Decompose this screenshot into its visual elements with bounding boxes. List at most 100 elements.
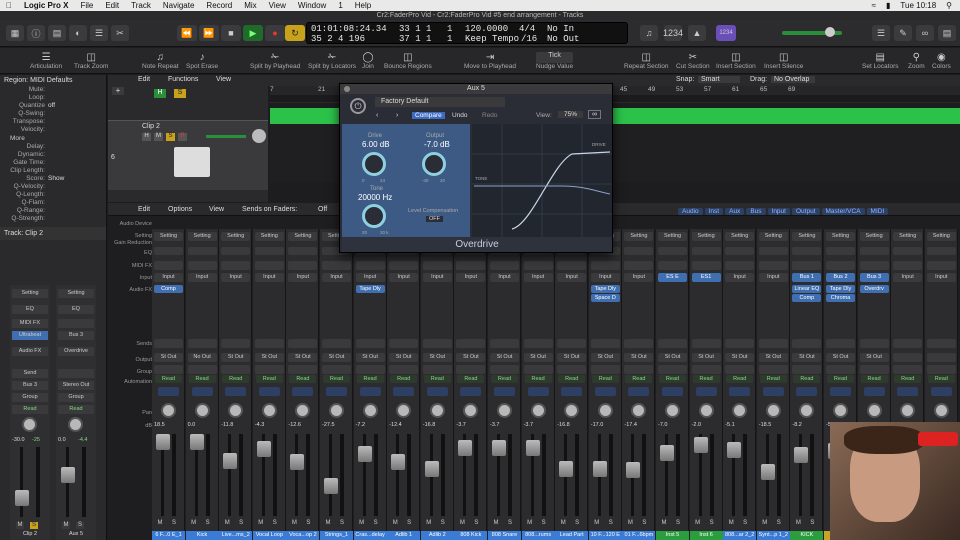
eq-thumbnail[interactable] xyxy=(254,247,284,255)
mixer-view-menu[interactable]: View xyxy=(209,206,224,213)
inspector-row[interactable]: Q-Swing: xyxy=(0,110,106,118)
pan-mode-icon[interactable] xyxy=(729,387,751,396)
inspector-row[interactable]: Transpose: xyxy=(0,118,106,126)
midi-fx-slot[interactable] xyxy=(221,261,251,270)
midi-fx-slot[interactable] xyxy=(893,261,923,270)
midi-fx-slot[interactable] xyxy=(389,261,419,270)
next-preset-icon[interactable]: › xyxy=(396,112,398,119)
mute-button[interactable]: M xyxy=(559,520,567,527)
midi-fx-slot[interactable] xyxy=(691,261,721,270)
group-slot[interactable] xyxy=(691,365,721,374)
solo-button[interactable]: S xyxy=(640,520,648,527)
setting-button[interactable]: Setting xyxy=(893,232,923,241)
mixer-edit-menu[interactable]: Edit xyxy=(138,206,150,213)
automation-button[interactable]: Read xyxy=(323,375,350,383)
setting-button[interactable]: Setting xyxy=(254,232,284,241)
setting-button[interactable]: Setting xyxy=(221,232,251,241)
track-solo-button[interactable]: S xyxy=(166,133,175,141)
eq-thumbnail[interactable] xyxy=(691,247,721,255)
group-slot[interactable] xyxy=(187,365,217,374)
output-slot[interactable]: St Out xyxy=(355,353,385,362)
midi-fx-slot[interactable] xyxy=(826,261,855,270)
midi-fx-slot[interactable] xyxy=(590,261,620,270)
toolbar-icon[interactable]: ▤ xyxy=(48,25,66,41)
mixer-tab[interactable]: Bus xyxy=(746,208,766,215)
track-hide-button[interactable]: H xyxy=(142,133,151,141)
volume-fader[interactable] xyxy=(324,478,338,494)
group-slot[interactable] xyxy=(926,365,956,374)
midi-fx-slot[interactable] xyxy=(322,261,351,270)
midi-fx-slot[interactable] xyxy=(658,261,687,270)
send-slot[interactable] xyxy=(691,339,721,348)
send-slot[interactable] xyxy=(792,339,822,348)
browser-icon[interactable]: ▤ xyxy=(938,25,956,41)
solo-button[interactable]: S xyxy=(237,520,245,527)
automation-button[interactable]: Read xyxy=(12,405,48,414)
automation-button[interactable]: Read xyxy=(423,375,451,383)
midi-fx-slot[interactable] xyxy=(254,261,284,270)
output-slot[interactable]: No Out xyxy=(187,353,217,362)
input-slot[interactable]: Input xyxy=(254,273,284,282)
group-slot[interactable] xyxy=(792,365,822,374)
track-volume-slider[interactable] xyxy=(206,135,246,138)
param-value[interactable] xyxy=(48,159,106,167)
volume-fader[interactable] xyxy=(391,453,406,470)
pan-knob[interactable] xyxy=(900,403,916,418)
automation-button[interactable]: Read xyxy=(457,375,485,383)
channel-name[interactable]: Voca...op 2 xyxy=(286,531,320,540)
pan-mode-icon[interactable] xyxy=(527,387,549,396)
battery-icon[interactable]: ▮ xyxy=(886,1,890,10)
output-slot[interactable]: St Out xyxy=(490,353,519,362)
solo-button[interactable]: S xyxy=(607,520,615,527)
loops-icon[interactable]: ∞ xyxy=(916,25,934,41)
param-value[interactable]: Show xyxy=(48,175,106,183)
pan-knob[interactable] xyxy=(631,403,647,418)
output-slot[interactable] xyxy=(926,353,956,362)
group-slot[interactable] xyxy=(658,365,687,374)
mixer-tab[interactable]: MIDI xyxy=(866,208,889,215)
automation-button[interactable]: Read xyxy=(827,375,854,383)
input-slot[interactable]: Input xyxy=(624,273,654,282)
mixer-tab[interactable]: Audio xyxy=(678,208,703,215)
output-slot[interactable]: St Out xyxy=(792,353,822,362)
param-value[interactable]: off xyxy=(48,102,106,110)
automation-button[interactable]: Read xyxy=(591,375,619,383)
output-slot[interactable]: St Out xyxy=(658,353,687,362)
setting-button[interactable]: Setting xyxy=(624,232,654,241)
track-mute-button[interactable]: M xyxy=(154,133,163,141)
nudge-value-tool[interactable]: Tick Nudge Value xyxy=(536,52,574,70)
audio-fx-slot[interactable]: Comp xyxy=(154,285,183,293)
output-slot[interactable]: St Out xyxy=(254,353,284,362)
setting-button[interactable]: Setting xyxy=(187,232,217,241)
pan-mode-icon[interactable] xyxy=(830,387,851,396)
mixer-tab[interactable]: Inst xyxy=(704,208,724,215)
volume-fader[interactable] xyxy=(492,439,506,456)
undo-button[interactable]: Undo xyxy=(452,112,468,119)
midi-fx-slot[interactable] xyxy=(154,261,183,270)
input-slot[interactable]: ES E xyxy=(658,273,687,282)
menu-edit[interactable]: Edit xyxy=(105,1,119,10)
cycle-button[interactable]: ↻ xyxy=(285,25,305,41)
volume-fader[interactable] xyxy=(61,467,75,483)
drag-select[interactable]: No Overlap xyxy=(771,76,816,83)
group-slot[interactable] xyxy=(254,365,284,374)
plugin-title[interactable]: Aux 5 xyxy=(340,84,612,94)
send-slot[interactable] xyxy=(58,369,94,378)
input-slot[interactable]: Input xyxy=(288,273,318,282)
pan-knob[interactable] xyxy=(161,403,176,418)
track-row-clip2[interactable]: 6 Clip 2 H M S R xyxy=(108,120,268,190)
pan-knob[interactable] xyxy=(799,403,815,418)
send-slot[interactable] xyxy=(725,339,755,348)
group-slot[interactable] xyxy=(557,365,587,374)
setting-button[interactable]: Setting xyxy=(758,232,788,241)
eq-thumbnail[interactable] xyxy=(859,247,889,255)
inspector-row[interactable]: Mute: xyxy=(0,86,106,94)
view-zoom-select[interactable]: 75% xyxy=(558,111,584,118)
send-slot[interactable] xyxy=(490,339,519,348)
menu-window[interactable]: Window xyxy=(298,1,326,10)
input-slot[interactable]: Input xyxy=(456,273,486,282)
group-slot[interactable] xyxy=(288,365,318,374)
solo-button[interactable]: S xyxy=(741,520,749,527)
eq-button[interactable]: EQ xyxy=(12,305,48,314)
mute-button[interactable]: M xyxy=(526,520,534,527)
